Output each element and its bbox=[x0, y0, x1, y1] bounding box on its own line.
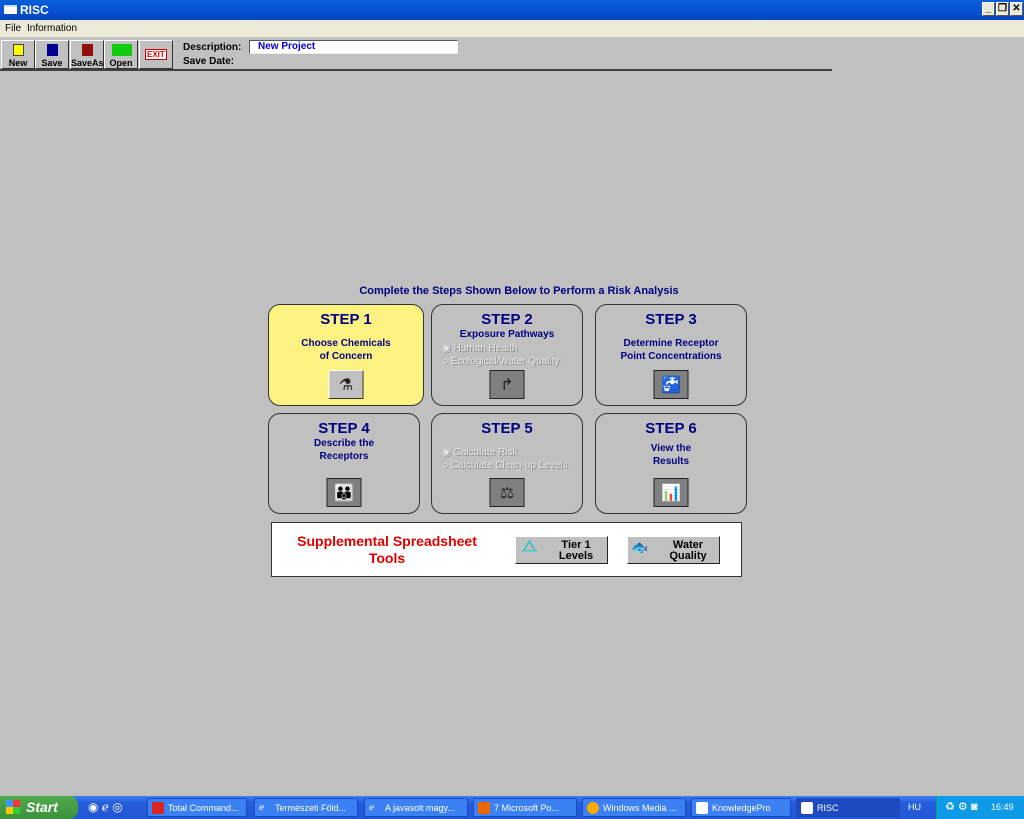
step-2-panel: STEP 2 Exposure Pathways ◉ Human Health … bbox=[431, 304, 583, 406]
tier1-levels-button[interactable]: ⧍ Tier 1 Levels bbox=[515, 536, 608, 564]
task-total-commander[interactable]: Total Command... bbox=[147, 798, 247, 817]
new-file-icon bbox=[13, 44, 24, 56]
saveas-button[interactable]: SaveAs bbox=[70, 40, 104, 69]
windows-logo-icon bbox=[6, 800, 20, 814]
task-windows-media[interactable]: Windows Media ... bbox=[582, 798, 686, 817]
language-indicator[interactable]: HU bbox=[908, 802, 921, 812]
new-button[interactable]: New bbox=[1, 40, 35, 69]
save-date-label: Save Date: bbox=[183, 56, 235, 67]
menu-bar: File Information bbox=[0, 20, 1024, 37]
step-5-panel: STEP 5 ◉ Calculate Risk ○ Calculate Clea… bbox=[431, 413, 583, 514]
scales-icon[interactable]: ⚖ bbox=[489, 478, 525, 507]
steps-heading: Complete the Steps Shown Below to Perfor… bbox=[359, 285, 679, 297]
step-description: Determine Receptor Point Concentrations bbox=[620, 338, 722, 362]
clock: 16:49 bbox=[991, 802, 1014, 812]
tray-icons[interactable]: ♻ ⚙ ◙ bbox=[945, 800, 977, 813]
description-label: Description: bbox=[183, 42, 242, 53]
step-title: STEP 1 bbox=[320, 311, 372, 328]
step-3-panel: STEP 3 Determine Receptor Point Concentr… bbox=[595, 304, 747, 406]
radio-ecological[interactable]: ○ Ecological/Water Quality bbox=[442, 356, 559, 367]
arrow-icon[interactable]: ↱ bbox=[489, 370, 525, 399]
floppy-icon bbox=[82, 44, 93, 56]
open-button[interactable]: Open bbox=[104, 40, 138, 69]
faucet-icon[interactable]: 🚰 bbox=[653, 370, 689, 399]
step-title: STEP 2 bbox=[481, 311, 533, 328]
step-description: Describe the Receptors bbox=[313, 438, 375, 462]
step-6-panel: STEP 6 View the Results 📊 bbox=[595, 413, 747, 514]
restore-button[interactable]: ❐ bbox=[996, 2, 1009, 16]
folder-icon bbox=[112, 44, 132, 56]
menu-information[interactable]: Information bbox=[27, 23, 77, 34]
close-button[interactable]: ✕ bbox=[1010, 2, 1023, 16]
task-powerpoint[interactable]: 7 Microsoft Po... bbox=[473, 798, 577, 817]
task-knowledgepro[interactable]: KnowledgePro bbox=[691, 798, 791, 817]
save-button[interactable]: Save bbox=[35, 40, 69, 69]
bar-chart-icon[interactable]: 📊 bbox=[653, 478, 689, 507]
fish-icon: 🐟 bbox=[631, 539, 649, 555]
description-input[interactable]: New Project bbox=[249, 40, 458, 54]
step-title: STEP 5 bbox=[481, 420, 533, 437]
exit-button[interactable]: EXIT bbox=[139, 40, 173, 69]
task-risc[interactable]: RISC bbox=[796, 798, 900, 817]
step-title: STEP 3 bbox=[645, 311, 697, 328]
app-icon bbox=[4, 5, 17, 14]
supplemental-title: Supplemental Spreadsheet Tools bbox=[297, 533, 477, 566]
step-title: STEP 4 bbox=[318, 420, 370, 437]
step-description: Choose Chemicals of Concern bbox=[301, 338, 391, 362]
menu-file[interactable]: File bbox=[5, 23, 21, 34]
window-title: RISC bbox=[20, 3, 49, 17]
start-button[interactable]: Start bbox=[0, 796, 78, 819]
system-tray: ♻ ⚙ ◙ 16:49 bbox=[936, 796, 1024, 819]
family-icon[interactable]: 👪 bbox=[326, 478, 362, 507]
quick-launch-icons[interactable]: ◉ ℯ ◎ bbox=[88, 800, 123, 814]
supplemental-tools-panel: Supplemental Spreadsheet Tools ⧍ Tier 1 … bbox=[271, 522, 742, 577]
task-ie-2[interactable]: ℯA javasolt magy... bbox=[364, 798, 468, 817]
radio-calculate-risk[interactable]: ◉ Calculate Risk bbox=[442, 447, 517, 458]
flask-icon[interactable]: ⚗ bbox=[328, 370, 364, 399]
radio-cleanup-levels[interactable]: ○ Calculate Clean-up Levels bbox=[442, 460, 568, 471]
task-ie-1[interactable]: ℯ Természeti Föld... bbox=[254, 798, 358, 817]
taskbar: Start ◉ ℯ ◎ Total Command... ℯ Természeti… bbox=[0, 796, 1024, 819]
step-description: View the Results bbox=[650, 443, 692, 467]
step-4-panel: STEP 4 Describe the Receptors 👪 bbox=[268, 413, 420, 514]
step-description: Exposure Pathways bbox=[459, 329, 555, 340]
step-1-panel[interactable]: STEP 1 Choose Chemicals of Concern ⚗ bbox=[268, 304, 424, 406]
title-bar: RISC _ ❐ ✕ bbox=[0, 0, 1024, 20]
floppy-icon bbox=[47, 44, 58, 56]
minimize-button[interactable]: _ bbox=[982, 2, 995, 16]
radio-human-health[interactable]: ◉ Human Health bbox=[442, 343, 517, 354]
step-title: STEP 6 bbox=[645, 420, 697, 437]
water-quality-button[interactable]: 🐟 Water Quality bbox=[627, 536, 720, 564]
tier-icon: ⧍ bbox=[522, 538, 537, 555]
